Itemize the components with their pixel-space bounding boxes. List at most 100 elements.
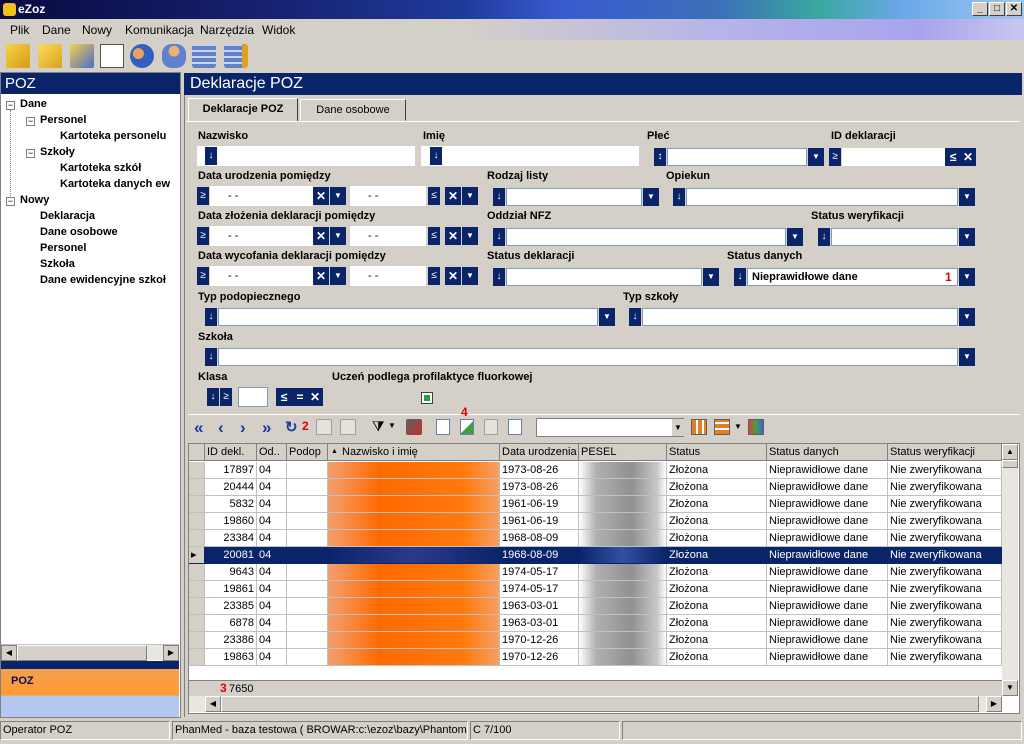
cell-id[interactable]: 19861 [205, 581, 257, 598]
rodzaj-dropdown-icon[interactable]: ▼ [643, 188, 659, 206]
cell-od[interactable]: 04 [257, 530, 287, 547]
grid-layout-dropdown-icon[interactable]: ▼ [734, 422, 742, 431]
opiekun-select[interactable] [686, 188, 958, 206]
cell-pesel-redacted[interactable] [579, 598, 667, 615]
nazwisko-input[interactable] [197, 146, 415, 166]
wycofania-from-clear-icon[interactable]: ✕ [313, 267, 329, 285]
cell-podop[interactable] [287, 598, 328, 615]
status-dekl-filter-icon[interactable]: ↓ [493, 268, 505, 286]
cell-od[interactable]: 04 [257, 581, 287, 598]
fluor-checkbox[interactable] [421, 392, 433, 404]
tree-item-dane[interactable]: Dane [20, 98, 47, 110]
preview-icon[interactable] [508, 419, 522, 435]
id-deklaracji-input[interactable] [842, 148, 946, 166]
typ-pod-dropdown-icon[interactable]: ▼ [599, 308, 615, 326]
dob-from-input[interactable]: - - [210, 186, 314, 206]
menu-komunikacja[interactable]: Komunikacja [125, 23, 194, 37]
cell-status[interactable]: Złożona [667, 615, 767, 632]
cell-name-redacted[interactable] [328, 479, 500, 496]
zlozenia-to-input[interactable]: - - [350, 226, 426, 246]
grid-hscrollbar[interactable]: ◀ ▶ [189, 696, 1002, 712]
left-hscrollbar[interactable]: ◀ ▶ [1, 644, 179, 661]
col-header-pesel[interactable]: PESEL [579, 444, 667, 461]
zlozenia-to-dropdown-icon[interactable]: ▼ [462, 227, 478, 245]
wycofania-from-op-icon[interactable]: ≥ [197, 267, 209, 285]
scroll-right-icon[interactable]: ▶ [163, 645, 179, 661]
weryfikacja-filter-icon[interactable]: ↓ [818, 228, 830, 246]
row-indicator[interactable] [189, 581, 205, 598]
rodzaj-listy-select[interactable] [506, 188, 642, 206]
col-header-status-danych[interactable]: Status danych [767, 444, 888, 461]
cell-dob[interactable]: 1974-05-17 [500, 581, 579, 598]
scroll-up-icon[interactable]: ▲ [1002, 444, 1018, 460]
tree-item-kartoteka-danych[interactable]: Kartoteka danych ew [60, 178, 178, 190]
tree-item-nowy[interactable]: Nowy [20, 194, 49, 206]
zlozenia-from-op-icon[interactable]: ≥ [197, 227, 209, 245]
tree-item-dane-ewidencyjne[interactable]: Dane ewidencyjne szkoł [40, 274, 178, 286]
row-indicator[interactable] [189, 615, 205, 632]
wycofania-to-clear-icon[interactable]: ✕ [445, 267, 461, 285]
wycofania-to-input[interactable]: - - [350, 266, 426, 286]
wycofania-to-dropdown-icon[interactable]: ▼ [462, 267, 478, 285]
cell-id[interactable]: 20444 [205, 479, 257, 496]
id-clear-icon[interactable]: ✕ [960, 148, 976, 166]
cell-sw[interactable]: Nie zweryfikowana [888, 547, 1002, 564]
row-indicator[interactable] [189, 479, 205, 496]
status-danych-filter-icon[interactable]: ↓ [734, 268, 746, 286]
cell-sw[interactable]: Nie zweryfikowana [888, 513, 1002, 530]
folder-open-icon[interactable] [6, 44, 30, 68]
dob-from-dropdown-icon[interactable]: ▼ [330, 187, 346, 205]
cell-name-redacted[interactable] [328, 462, 500, 479]
menu-dane[interactable]: Dane [42, 23, 71, 37]
tree-item-szkola[interactable]: Szkoła [40, 258, 75, 270]
cell-od[interactable]: 04 [257, 615, 287, 632]
typ-podopiecznego-select[interactable] [218, 308, 598, 326]
zlozenia-from-dropdown-icon[interactable]: ▼ [330, 227, 346, 245]
next-record-icon[interactable]: › [240, 418, 246, 438]
nfz-filter-icon[interactable]: ↓ [493, 228, 505, 246]
cell-sd[interactable]: Nieprawidłowe dane [767, 615, 888, 632]
splitter[interactable] [1, 661, 179, 669]
expand-szkoly-icon[interactable]: − [26, 149, 35, 158]
cell-name-redacted[interactable] [328, 632, 500, 649]
id-filter-icon[interactable]: ≥ [829, 148, 841, 166]
imie-filter-icon[interactable]: ↓ [430, 147, 442, 165]
nazwisko-filter-icon[interactable]: ↓ [205, 147, 217, 165]
edit-record-icon[interactable] [460, 419, 474, 435]
col-header-id[interactable]: ID dekl. [205, 444, 257, 461]
cell-name-redacted[interactable] [328, 581, 500, 598]
status-danych-dropdown-icon[interactable]: ▼ [959, 268, 975, 286]
nfz-dropdown-icon[interactable]: ▼ [787, 228, 803, 246]
cell-dob[interactable]: 1963-03-01 [500, 615, 579, 632]
cell-sd[interactable]: Nieprawidłowe dane [767, 479, 888, 496]
cell-dob[interactable]: 1961-06-19 [500, 496, 579, 513]
cell-od[interactable]: 04 [257, 632, 287, 649]
typ-szk-dropdown-icon[interactable]: ▼ [959, 308, 975, 326]
outlook-item-poz[interactable]: POZ [11, 675, 34, 687]
cell-sd[interactable]: Nieprawidłowe dane [767, 462, 888, 479]
col-header-nazwisko[interactable]: Nazwisko i imię [328, 444, 500, 461]
cell-dob[interactable]: 1968-08-09 [500, 547, 579, 564]
close-button[interactable]: ✕ [1006, 2, 1022, 16]
menu-plik[interactable]: Plik [10, 23, 29, 37]
hscroll-thumb[interactable] [221, 696, 979, 712]
cell-podop[interactable] [287, 513, 328, 530]
row-indicator[interactable] [189, 632, 205, 649]
expand-dane-icon[interactable]: − [6, 101, 15, 110]
cell-status[interactable]: Złożona [667, 598, 767, 615]
layout-select[interactable] [536, 418, 684, 437]
dob-to-dropdown-icon[interactable]: ▼ [462, 187, 478, 205]
tree-item-kartoteka-szkol[interactable]: Kartoteka szkół [60, 162, 141, 174]
scroll-thumb[interactable] [17, 645, 147, 661]
typ-szk-filter-icon[interactable]: ↓ [629, 308, 641, 326]
dob-from-clear-icon[interactable]: ✕ [313, 187, 329, 205]
minimize-button[interactable]: _ [972, 2, 988, 16]
col-header-data-ur[interactable]: Data urodzenia [500, 444, 579, 461]
last-record-icon[interactable]: » [262, 418, 271, 438]
expand-nowy-icon[interactable]: − [6, 197, 15, 206]
tree-item-personel[interactable]: Personel [40, 114, 86, 126]
cell-pesel-redacted[interactable] [579, 564, 667, 581]
cell-od[interactable]: 04 [257, 649, 287, 666]
cell-status[interactable]: Złożona [667, 513, 767, 530]
zlozenia-to-op-icon[interactable]: ≤ [428, 227, 440, 245]
